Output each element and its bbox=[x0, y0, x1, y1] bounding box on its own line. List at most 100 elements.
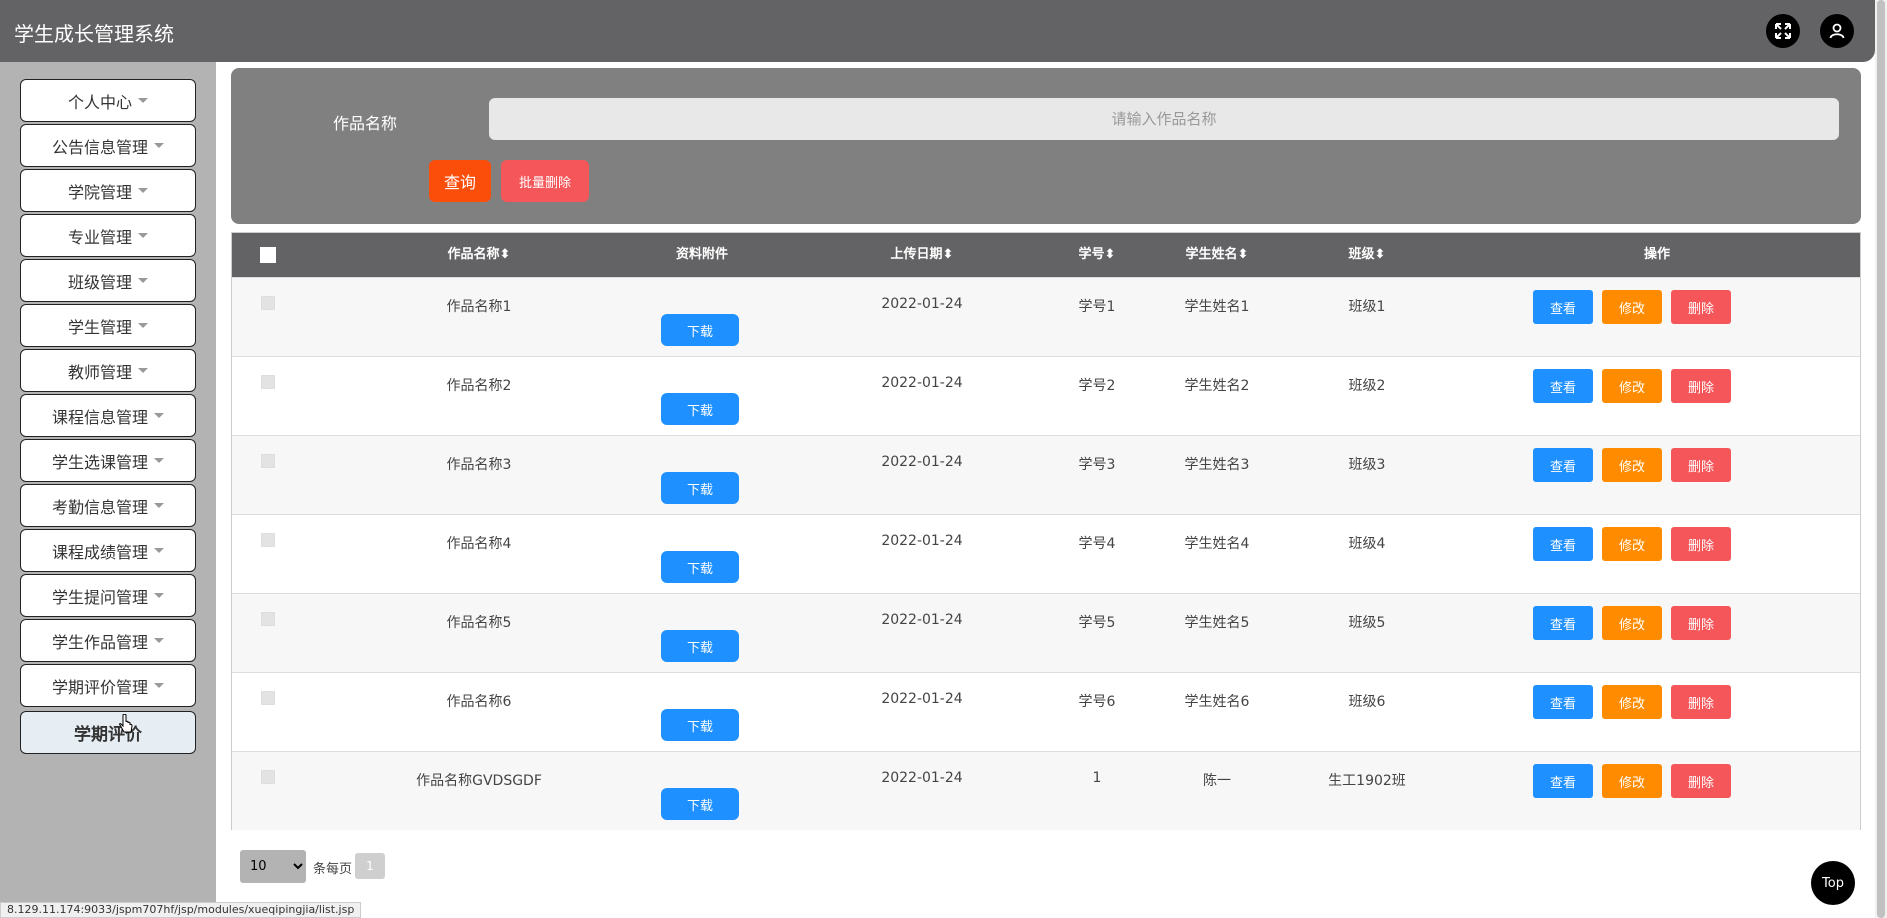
sidebar-item-works[interactable]: 学生作品管理 bbox=[20, 619, 196, 662]
caret-down-icon bbox=[154, 458, 164, 463]
download-button[interactable]: 下载 bbox=[661, 630, 739, 662]
table-row: 作品名称6 下载 2022-01-24 学号6 学生姓名6 班级6 查看 修改 … bbox=[232, 672, 1860, 751]
view-button[interactable]: 查看 bbox=[1533, 685, 1593, 719]
edit-button[interactable]: 修改 bbox=[1602, 369, 1662, 403]
fullscreen-button[interactable] bbox=[1766, 14, 1800, 48]
download-button[interactable]: 下载 bbox=[661, 709, 739, 741]
cell-date: 2022-01-24 bbox=[881, 533, 963, 549]
delete-button[interactable]: 删除 bbox=[1671, 527, 1731, 561]
view-button[interactable]: 查看 bbox=[1533, 448, 1593, 482]
batch-delete-button[interactable]: 批量删除 bbox=[501, 160, 589, 202]
sidebar-item-label: 学期评价管理 bbox=[51, 677, 148, 697]
cell-name: 作品名称1 bbox=[446, 299, 512, 315]
sidebar-item-grades[interactable]: 课程成绩管理 bbox=[20, 529, 196, 572]
page-scrollbar[interactable] bbox=[1875, 0, 1887, 918]
table-row: 作品名称1 下载 2022-01-24 学号1 学生姓名1 班级1 查看 修改 … bbox=[232, 277, 1860, 356]
download-button[interactable]: 下载 bbox=[661, 551, 739, 583]
page-size-select[interactable]: 10 bbox=[240, 850, 306, 883]
caret-down-icon bbox=[154, 593, 164, 598]
row-checkbox[interactable] bbox=[261, 375, 275, 389]
delete-button[interactable]: 删除 bbox=[1671, 290, 1731, 324]
sidebar-item-label: 班级管理 bbox=[67, 272, 132, 292]
cell-date: 2022-01-24 bbox=[881, 770, 963, 786]
row-checkbox[interactable] bbox=[261, 454, 275, 468]
sidebar-item-classes[interactable]: 班级管理 bbox=[20, 259, 196, 302]
col-attachment-header: 资料附件 bbox=[675, 247, 728, 262]
col-class-header[interactable]: 班级⬍ bbox=[1282, 233, 1452, 277]
sidebar-subitem-evaluation[interactable]: 学期评价 bbox=[20, 711, 196, 754]
row-checkbox[interactable] bbox=[261, 533, 275, 547]
sidebar-item-attendance[interactable]: 考勤信息管理 bbox=[20, 484, 196, 527]
sidebar-item-label: 学院管理 bbox=[67, 182, 132, 202]
delete-button[interactable]: 删除 bbox=[1671, 606, 1731, 640]
sidebar-item-courses[interactable]: 课程信息管理 bbox=[20, 394, 196, 437]
cell-name: 作品名称3 bbox=[446, 457, 512, 473]
sidebar-item-label: 公告信息管理 bbox=[51, 137, 148, 157]
view-button[interactable]: 查看 bbox=[1533, 290, 1593, 324]
row-checkbox[interactable] bbox=[261, 296, 275, 310]
sidebar-item-notices[interactable]: 公告信息管理 bbox=[20, 124, 196, 167]
select-all-checkbox[interactable] bbox=[260, 247, 276, 263]
cell-date: 2022-01-24 bbox=[881, 296, 963, 312]
cell-name: 作品名称GVDSGDF bbox=[416, 773, 542, 789]
sidebar-item-label: 个人中心 bbox=[67, 92, 132, 112]
back-to-top-button[interactable]: Top bbox=[1811, 861, 1855, 905]
sidebar-item-profile[interactable]: 个人中心 bbox=[20, 79, 196, 122]
caret-down-icon bbox=[138, 368, 148, 373]
scrollbar-thumb[interactable] bbox=[1877, 0, 1885, 918]
cell-class: 班级6 bbox=[1348, 694, 1386, 710]
edit-button[interactable]: 修改 bbox=[1602, 448, 1662, 482]
col-name-header[interactable]: 作品名称⬍ bbox=[384, 233, 574, 277]
view-button[interactable]: 查看 bbox=[1533, 764, 1593, 798]
delete-button[interactable]: 删除 bbox=[1671, 685, 1731, 719]
sidebar-item-majors[interactable]: 专业管理 bbox=[20, 214, 196, 257]
top-header: 学生成长管理系统 bbox=[0, 0, 1875, 62]
edit-button[interactable]: 修改 bbox=[1602, 527, 1662, 561]
download-button[interactable]: 下载 bbox=[661, 472, 739, 504]
download-button[interactable]: 下载 bbox=[661, 393, 739, 425]
sidebar-item-course-selection[interactable]: 学生选课管理 bbox=[20, 439, 196, 482]
download-button[interactable]: 下载 bbox=[661, 314, 739, 346]
delete-button[interactable]: 删除 bbox=[1671, 764, 1731, 798]
sidebar-item-evaluation[interactable]: 学期评价管理 bbox=[20, 664, 196, 707]
delete-button[interactable]: 删除 bbox=[1671, 369, 1731, 403]
table-row: 作品名称2 下载 2022-01-24 学号2 学生姓名2 班级2 查看 修改 … bbox=[232, 356, 1860, 435]
cell-class: 生工1902班 bbox=[1328, 773, 1406, 789]
edit-button[interactable]: 修改 bbox=[1602, 606, 1662, 640]
status-bar-url: 8.129.11.174:9033/jspm707hf/jsp/modules/… bbox=[0, 902, 362, 918]
sidebar-item-questions[interactable]: 学生提问管理 bbox=[20, 574, 196, 617]
sidebar: 个人中心 公告信息管理 学院管理 专业管理 班级管理 学生管理 教师管理 课程信… bbox=[0, 62, 216, 918]
search-input[interactable] bbox=[489, 98, 1839, 140]
row-checkbox[interactable] bbox=[261, 612, 275, 626]
edit-button[interactable]: 修改 bbox=[1602, 764, 1662, 798]
query-button[interactable]: 查询 bbox=[429, 160, 491, 202]
caret-down-icon bbox=[138, 233, 148, 238]
delete-button[interactable]: 删除 bbox=[1671, 448, 1731, 482]
sidebar-item-label: 课程信息管理 bbox=[51, 407, 148, 427]
table-row: 作品名称4 下载 2022-01-24 学号4 学生姓名4 班级4 查看 修改 … bbox=[232, 514, 1860, 593]
edit-button[interactable]: 修改 bbox=[1602, 685, 1662, 719]
works-table: 作品名称⬍ 资料附件 上传日期⬍ 学号⬍ 学生姓名⬍ 班级⬍ 操作 作品名称1 … bbox=[231, 232, 1861, 830]
sidebar-item-label: 教师管理 bbox=[67, 362, 132, 382]
sidebar-item-colleges[interactable]: 学院管理 bbox=[20, 169, 196, 212]
col-date-header[interactable]: 上传日期⬍ bbox=[822, 233, 1022, 277]
view-button[interactable]: 查看 bbox=[1533, 369, 1593, 403]
edit-button[interactable]: 修改 bbox=[1602, 290, 1662, 324]
app-title: 学生成长管理系统 bbox=[14, 22, 174, 46]
view-button[interactable]: 查看 bbox=[1533, 527, 1593, 561]
search-panel: 作品名称 查询 批量删除 bbox=[231, 68, 1861, 224]
table-header: 作品名称⬍ 资料附件 上传日期⬍ 学号⬍ 学生姓名⬍ 班级⬍ 操作 bbox=[232, 233, 1860, 277]
table-row: 作品名称GVDSGDF 下载 2022-01-24 1 陈一 生工1902班 查… bbox=[232, 751, 1860, 830]
sidebar-item-label: 课程成绩管理 bbox=[51, 542, 148, 562]
caret-down-icon bbox=[154, 503, 164, 508]
caret-down-icon bbox=[154, 413, 164, 418]
user-button[interactable] bbox=[1820, 14, 1854, 48]
view-button[interactable]: 查看 bbox=[1533, 606, 1593, 640]
row-checkbox[interactable] bbox=[261, 770, 275, 784]
sidebar-item-students[interactable]: 学生管理 bbox=[20, 304, 196, 347]
page-number-button[interactable]: 1 bbox=[355, 853, 385, 879]
download-button[interactable]: 下载 bbox=[661, 788, 739, 820]
sidebar-item-teachers[interactable]: 教师管理 bbox=[20, 349, 196, 392]
row-checkbox[interactable] bbox=[261, 691, 275, 705]
cell-name: 作品名称2 bbox=[446, 378, 512, 394]
